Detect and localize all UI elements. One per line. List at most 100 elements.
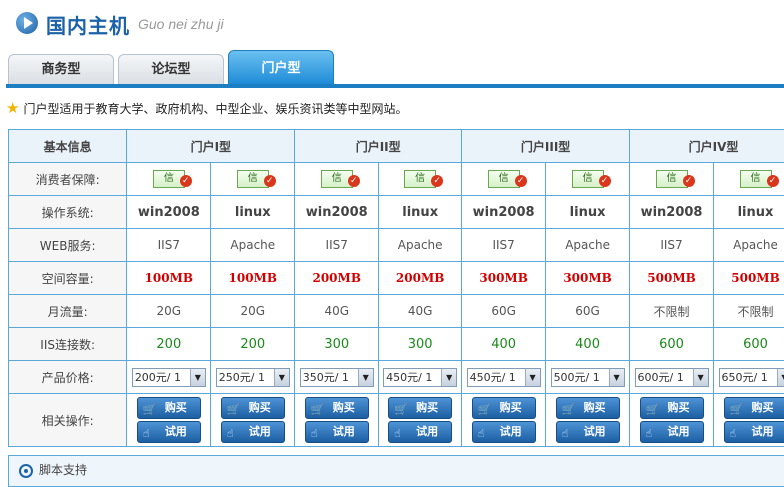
trial-button[interactable]: ☝试用 bbox=[305, 421, 369, 443]
cart-icon: 🛒 bbox=[227, 400, 241, 420]
trial-button[interactable]: ☝试用 bbox=[137, 421, 201, 443]
flow-cell: 40G bbox=[295, 295, 379, 328]
guarantee-badge-icon[interactable]: 信✓ bbox=[237, 170, 269, 188]
buy-button[interactable]: 🛒购买 bbox=[556, 397, 620, 419]
table-row: 操作系统: win2008 linux win2008 linux win200… bbox=[9, 196, 784, 229]
hand-pointer-icon: ☝ bbox=[143, 424, 150, 444]
chevron-down-icon[interactable]: ▼ bbox=[190, 369, 205, 386]
price-select[interactable]: 500元/ 1▼ bbox=[551, 368, 625, 387]
buy-button[interactable]: 🛒购买 bbox=[724, 397, 784, 419]
table-header-row: 基本信息 门户I型 门户II型 门户III型 门户IV型 bbox=[9, 130, 784, 163]
row-label: IIS连接数: bbox=[9, 328, 127, 361]
web-cell: IIS7 bbox=[462, 229, 546, 262]
page-subtitle: Guo nei zhu ji bbox=[138, 16, 224, 32]
hand-pointer-icon: ☝ bbox=[646, 424, 653, 444]
plan-header: 门户I型 bbox=[127, 130, 295, 163]
flow-cell: 不限制 bbox=[714, 295, 784, 328]
chevron-down-icon[interactable]: ▼ bbox=[525, 369, 540, 386]
trial-button[interactable]: ☝试用 bbox=[556, 421, 620, 443]
cart-icon: 🛒 bbox=[311, 400, 325, 420]
price-select[interactable]: 450元/ 1▼ bbox=[383, 368, 457, 387]
os-cell: win2008 bbox=[462, 196, 546, 229]
space-cell: 100MB bbox=[211, 262, 295, 295]
trial-button[interactable]: ☝试用 bbox=[388, 421, 452, 443]
flow-cell: 20G bbox=[211, 295, 295, 328]
guarantee-badge-icon[interactable]: 信✓ bbox=[572, 170, 604, 188]
trial-button[interactable]: ☝试用 bbox=[221, 421, 285, 443]
price-select[interactable]: 450元/ 1▼ bbox=[467, 368, 541, 387]
row-label: 操作系统: bbox=[9, 196, 127, 229]
table-row: 空间容量: 100MB 100MB 200MB 200MB 300MB 300M… bbox=[9, 262, 784, 295]
price-select[interactable]: 600元/ 1▼ bbox=[635, 368, 709, 387]
trial-button[interactable]: ☝试用 bbox=[640, 421, 704, 443]
hand-pointer-icon: ☝ bbox=[562, 424, 569, 444]
script-support-label: 脚本支持 bbox=[39, 463, 87, 477]
table-row: 相关操作: 🛒购买 ☝试用 🛒购买 ☝试用 🛒购买 ☝试用 🛒购买 ☝试用 🛒购… bbox=[9, 394, 784, 447]
script-support-section[interactable]: 脚本支持 bbox=[8, 455, 784, 487]
buy-button[interactable]: 🛒购买 bbox=[388, 397, 452, 419]
web-cell: Apache bbox=[379, 229, 462, 262]
row-label: 空间容量: bbox=[9, 262, 127, 295]
table-row: IIS连接数: 200 200 300 300 400 400 600 600 bbox=[9, 328, 784, 361]
web-cell: IIS7 bbox=[295, 229, 379, 262]
buy-button[interactable]: 🛒购买 bbox=[137, 397, 201, 419]
tab-forum[interactable]: 论坛型 bbox=[118, 54, 224, 85]
chevron-down-icon[interactable]: ▼ bbox=[609, 369, 624, 386]
space-cell: 300MB bbox=[546, 262, 630, 295]
iis-cell: 200 bbox=[127, 328, 211, 361]
guarantee-badge-icon[interactable]: 信✓ bbox=[488, 170, 520, 188]
guarantee-badge-icon[interactable]: 信✓ bbox=[321, 170, 353, 188]
chevron-down-icon[interactable]: ▼ bbox=[693, 369, 708, 386]
space-cell: 300MB bbox=[462, 262, 546, 295]
trial-button[interactable]: ☝试用 bbox=[724, 421, 784, 443]
tab-business[interactable]: 商务型 bbox=[8, 54, 114, 85]
price-select[interactable]: 200元/ 1▼ bbox=[132, 368, 206, 387]
tab-portal[interactable]: 门户型 bbox=[228, 50, 334, 85]
web-cell: Apache bbox=[546, 229, 630, 262]
space-cell: 500MB bbox=[714, 262, 784, 295]
flow-cell: 60G bbox=[462, 295, 546, 328]
hand-pointer-icon: ☝ bbox=[311, 424, 318, 444]
price-select[interactable]: 350元/ 1▼ bbox=[300, 368, 374, 387]
buy-button[interactable]: 🛒购买 bbox=[221, 397, 285, 419]
buy-button[interactable]: 🛒购买 bbox=[472, 397, 536, 419]
flow-cell: 40G bbox=[379, 295, 462, 328]
tab-bar: 商务型 论坛型 门户型 bbox=[0, 50, 784, 88]
guarantee-badge-icon[interactable]: 信✓ bbox=[404, 170, 436, 188]
price-select[interactable]: 650元/ 1▼ bbox=[719, 368, 784, 387]
chevron-down-icon[interactable]: ▼ bbox=[777, 369, 784, 386]
iis-cell: 300 bbox=[379, 328, 462, 361]
web-cell: Apache bbox=[714, 229, 784, 262]
web-cell: Apache bbox=[211, 229, 295, 262]
iis-cell: 300 bbox=[295, 328, 379, 361]
guarantee-badge-icon[interactable]: 信✓ bbox=[153, 170, 185, 188]
flow-cell: 60G bbox=[546, 295, 630, 328]
web-cell: IIS7 bbox=[630, 229, 714, 262]
iis-cell: 200 bbox=[211, 328, 295, 361]
trial-button[interactable]: ☝试用 bbox=[472, 421, 536, 443]
space-cell: 200MB bbox=[379, 262, 462, 295]
buy-button[interactable]: 🛒购买 bbox=[305, 397, 369, 419]
os-cell: linux bbox=[379, 196, 462, 229]
buy-button[interactable]: 🛒购买 bbox=[640, 397, 704, 419]
table-row: 产品价格: 200元/ 1▼ 250元/ 1▼ 350元/ 1▼ 450元/ 1… bbox=[9, 361, 784, 394]
os-cell: win2008 bbox=[630, 196, 714, 229]
flow-cell: 不限制 bbox=[630, 295, 714, 328]
page-header: 国内主机 Guo nei zhu ji bbox=[0, 0, 784, 48]
cart-icon: 🛒 bbox=[143, 400, 157, 420]
row-label: 相关操作: bbox=[9, 394, 127, 447]
row-label: 消费者保障: bbox=[9, 163, 127, 196]
cart-icon: 🛒 bbox=[478, 400, 492, 420]
guarantee-badge-icon[interactable]: 信✓ bbox=[740, 170, 772, 188]
guarantee-badge-icon[interactable]: 信✓ bbox=[656, 170, 688, 188]
chevron-down-icon[interactable]: ▼ bbox=[441, 369, 456, 386]
price-select[interactable]: 250元/ 1▼ bbox=[216, 368, 290, 387]
os-cell: linux bbox=[546, 196, 630, 229]
chevron-down-icon[interactable]: ▼ bbox=[274, 369, 289, 386]
plan-header: 门户II型 bbox=[295, 130, 462, 163]
cart-icon: 🛒 bbox=[562, 400, 576, 420]
iis-cell: 600 bbox=[630, 328, 714, 361]
tab-underline bbox=[6, 84, 784, 88]
os-cell: linux bbox=[714, 196, 784, 229]
chevron-down-icon[interactable]: ▼ bbox=[358, 369, 373, 386]
